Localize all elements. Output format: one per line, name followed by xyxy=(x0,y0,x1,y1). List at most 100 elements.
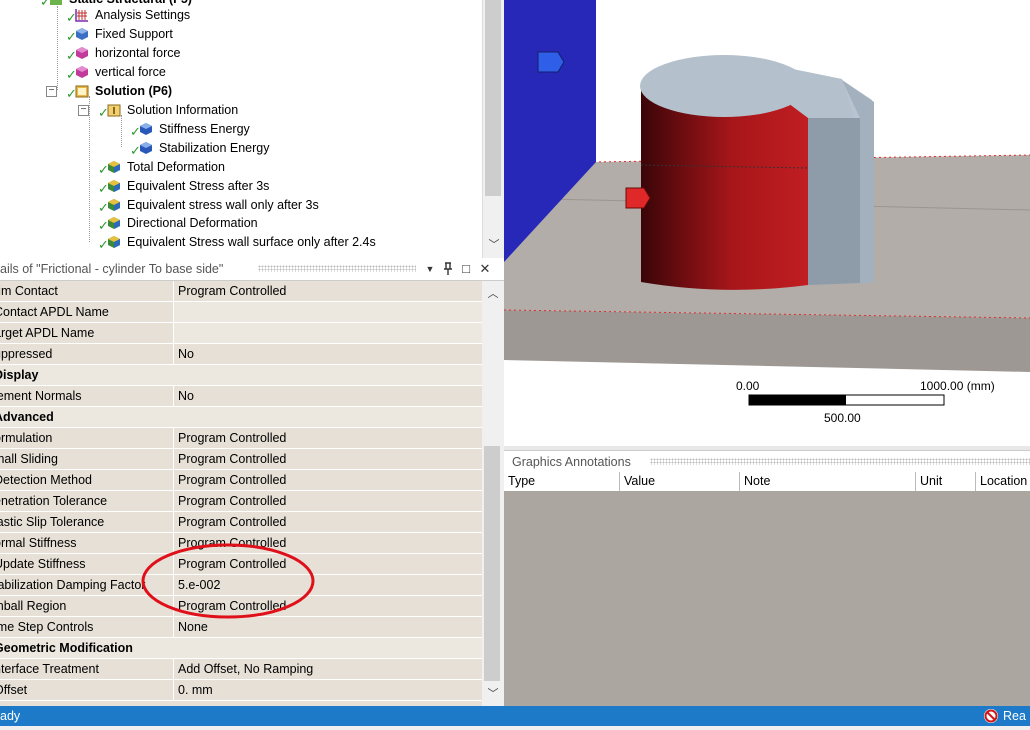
details-row[interactable]: ormulation Program Controlled xyxy=(0,428,482,449)
status-right-text: Rea xyxy=(1003,709,1026,723)
tree-item-analysis-settings[interactable]: ✓ Analysis Settings xyxy=(66,6,191,25)
tree-item-equivalent-stress-wall-3s[interactable]: ✓ Equivalent stress wall only after 3s xyxy=(98,196,319,215)
details-row[interactable]: enetration Tolerance Program Controlled xyxy=(0,491,482,512)
tree-item-label: vertical force xyxy=(95,65,166,79)
tree-item-label: Total Deformation xyxy=(127,160,225,174)
result-icon: ✓ xyxy=(98,234,124,252)
details-row[interactable]: nterface Treatment Add Offset, No Ramping xyxy=(0,659,482,680)
details-row-name: enetration Tolerance xyxy=(0,494,108,508)
tree-item-label: horizontal force xyxy=(95,46,181,60)
details-row-name: rim Contact xyxy=(0,284,58,298)
annotations-title: Graphics Annotations xyxy=(512,455,631,469)
status-text: ady xyxy=(0,709,21,723)
tree-item-total-deformation[interactable]: ✓ Total Deformation xyxy=(98,158,225,177)
result-probe-icon: ✓ xyxy=(130,140,156,158)
details-row-value[interactable]: 0. mm xyxy=(174,680,482,700)
tree-item-label: Equivalent stress wall only after 3s xyxy=(127,198,319,212)
details-row[interactable]: uppressed No xyxy=(0,344,482,365)
details-row[interactable]: Offset 0. mm xyxy=(0,680,482,701)
fixed-support-marker-icon xyxy=(537,51,565,73)
details-row-value[interactable]: Program Controlled xyxy=(174,281,482,301)
details-row-value[interactable]: Add Offset, No Ramping xyxy=(174,659,482,679)
tree-item-solution[interactable]: ✓ Solution (P6) xyxy=(66,82,172,101)
solution-information-icon: ✓ xyxy=(98,102,124,120)
analysis-settings-icon: ✓ xyxy=(66,7,92,25)
tree-item-directional-deformation[interactable]: ✓ Directional Deformation xyxy=(98,214,258,233)
details-row-value[interactable]: Program Controlled xyxy=(174,491,482,511)
column-value[interactable]: Value xyxy=(620,472,740,491)
details-row-value[interactable] xyxy=(174,323,482,343)
details-row[interactable]: lastic Slip Tolerance Program Controlled xyxy=(0,512,482,533)
details-row-name: ormulation xyxy=(0,431,53,445)
collapse-icon[interactable]: − xyxy=(46,86,57,97)
tree-item-label: Equivalent Stress wall surface only afte… xyxy=(127,235,376,249)
collapse-icon[interactable]: − xyxy=(78,105,89,116)
details-row[interactable]: rim Contact Program Controlled xyxy=(0,281,482,302)
details-row-name: Offset xyxy=(0,683,28,697)
details-category-row: Geometric Modification xyxy=(0,638,482,659)
details-row-name: lastic Slip Tolerance xyxy=(0,515,105,529)
details-title: ails of "Frictional - cylinder To base s… xyxy=(0,262,224,276)
details-row-name: nterface Treatment xyxy=(0,662,99,676)
close-icon[interactable]: ✕ xyxy=(477,260,493,278)
result-icon: ✓ xyxy=(98,159,124,177)
tree-item-equivalent-stress-wall-surface[interactable]: ✓ Equivalent Stress wall surface only af… xyxy=(98,233,376,252)
annotations-body xyxy=(504,491,1030,706)
details-row-value[interactable]: No xyxy=(174,386,482,406)
model-view: 0.00 500.00 1000.00 (mm) xyxy=(504,0,1030,425)
tree-item-horizontal-force[interactable]: ✓ horizontal force xyxy=(66,44,181,63)
tree-item-stabilization-energy[interactable]: ✓ Stabilization Energy xyxy=(130,139,269,158)
details-row-value[interactable]: Program Controlled xyxy=(174,428,482,448)
details-row[interactable]: Detection Method Program Controlled xyxy=(0,470,482,491)
tree-item-label: Solution Information xyxy=(127,103,239,117)
scrollbar-thumb[interactable] xyxy=(484,446,500,681)
column-location[interactable]: Location xyxy=(976,472,1030,491)
details-row[interactable]: Contact APDL Name xyxy=(0,302,482,323)
header-grip xyxy=(258,265,416,272)
details-row[interactable]: mall Sliding Program Controlled xyxy=(0,449,482,470)
scroll-down-icon[interactable]: ﹀ xyxy=(483,236,505,252)
force-icon: ✓ xyxy=(66,45,92,63)
details-row-name: Detection Method xyxy=(0,473,92,487)
details-row-name: Advanced xyxy=(0,410,54,424)
details-row[interactable]: lement Normals No xyxy=(0,386,482,407)
tree-item-stiffness-energy[interactable]: ✓ Stiffness Energy xyxy=(130,120,250,139)
details-row-name: Geometric Modification xyxy=(0,641,133,655)
static-structural-icon: ✓ xyxy=(40,0,66,9)
dropdown-arrow-icon[interactable]: ▼ xyxy=(422,260,438,278)
tree-item-label: Analysis Settings xyxy=(95,8,191,22)
annotations-columns: Type Value Note Unit Location xyxy=(504,472,1030,492)
details-row-name: Display xyxy=(0,368,39,382)
force-icon: ✓ xyxy=(66,64,92,82)
result-icon: ✓ xyxy=(98,178,124,196)
scrollbar-thumb[interactable] xyxy=(485,0,501,196)
details-panel-header: ails of "Frictional - cylinder To base s… xyxy=(0,258,504,281)
highlight-ellipse xyxy=(141,543,315,619)
details-row[interactable]: arget APDL Name xyxy=(0,323,482,344)
tree-item-equivalent-stress-3s[interactable]: ✓ Equivalent Stress after 3s xyxy=(98,177,269,196)
status-bar: ady Rea xyxy=(0,706,1030,726)
tree-item-label: Fixed Support xyxy=(95,27,173,41)
graphics-viewport[interactable]: 0.00 500.00 1000.00 (mm) xyxy=(504,0,1030,446)
column-note[interactable]: Note xyxy=(740,472,916,491)
details-row-value[interactable]: No xyxy=(174,344,482,364)
pin-icon[interactable] xyxy=(440,260,456,278)
details-row-value[interactable] xyxy=(174,302,482,322)
scroll-down-icon[interactable]: ﹀ xyxy=(482,685,504,701)
tree-scrollbar[interactable]: ﹀ xyxy=(482,0,505,258)
maximize-icon[interactable]: □ xyxy=(458,260,474,278)
column-unit[interactable]: Unit xyxy=(916,472,976,491)
details-row-value[interactable]: Program Controlled xyxy=(174,470,482,490)
details-category-row: Advanced xyxy=(0,407,482,428)
tree-item-fixed-support[interactable]: ✓ Fixed Support xyxy=(66,25,173,44)
details-row-value[interactable]: Program Controlled xyxy=(174,449,482,469)
details-category-row: Display xyxy=(0,365,482,386)
details-row-name: arget APDL Name xyxy=(0,326,95,340)
details-row-value[interactable]: Program Controlled xyxy=(174,512,482,532)
tree-item-vertical-force[interactable]: ✓ vertical force xyxy=(66,63,166,82)
details-scrollbar[interactable]: ︿ ﹀ xyxy=(482,281,504,706)
no-messages-icon[interactable] xyxy=(983,708,999,724)
scroll-up-icon[interactable]: ︿ xyxy=(482,285,504,301)
tree-item-solution-information[interactable]: ✓ Solution Information xyxy=(98,101,239,120)
column-type[interactable]: Type xyxy=(504,472,620,491)
